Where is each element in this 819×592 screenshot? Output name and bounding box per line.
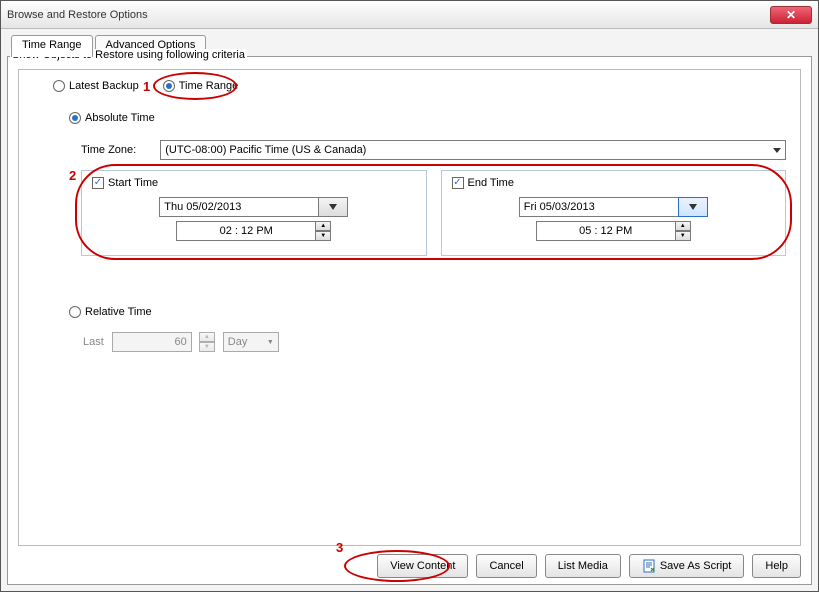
absolute-time-row: Absolute Time xyxy=(69,112,786,124)
timezone-label: Time Zone: xyxy=(81,144,136,156)
relative-time-block: Relative Time Last ▲ ▼ Day ▼ xyxy=(69,306,786,352)
relative-unit-value: Day xyxy=(228,336,248,348)
save-as-script-label: Save As Script xyxy=(660,560,732,572)
relative-value-input xyxy=(112,332,192,352)
start-time-spinner[interactable]: ▲ ▼ xyxy=(315,221,331,241)
button-row: 3 View Content Cancel List Media Save As… xyxy=(18,554,801,578)
start-time-input[interactable] xyxy=(176,221,316,241)
annotation-3: 3 xyxy=(336,540,343,555)
end-date-picker-button[interactable] xyxy=(678,197,708,217)
end-time-spinner[interactable]: ▲ ▼ xyxy=(675,221,691,241)
close-icon: ✕ xyxy=(786,8,796,22)
checkbox-end-time[interactable] xyxy=(452,177,464,189)
spinner-down-icon: ▼ xyxy=(199,342,215,352)
chevron-down-icon xyxy=(773,148,781,153)
script-icon xyxy=(642,559,656,573)
spinner-down-icon[interactable]: ▼ xyxy=(675,231,691,241)
start-date-picker-button[interactable] xyxy=(318,197,348,217)
timezone-row: Time Zone: (UTC-08:00) Pacific Time (US … xyxy=(81,140,786,160)
annotation-1: 1 xyxy=(143,79,150,94)
close-button[interactable]: ✕ xyxy=(770,6,812,24)
titlebar: Browse and Restore Options ✕ xyxy=(1,1,818,29)
radio-latest-backup[interactable] xyxy=(53,80,65,92)
spinner-up-icon[interactable]: ▲ xyxy=(675,221,691,231)
save-as-script-button[interactable]: Save As Script xyxy=(629,554,745,578)
latest-backup-label: Latest Backup xyxy=(69,80,139,92)
spinner-up-icon[interactable]: ▲ xyxy=(315,221,331,231)
end-date-input[interactable] xyxy=(519,197,679,217)
end-time-group: End Time ▲ ▼ xyxy=(441,170,787,256)
end-time-input[interactable] xyxy=(536,221,676,241)
spinner-down-icon[interactable]: ▼ xyxy=(315,231,331,241)
checkbox-start-time[interactable] xyxy=(92,177,104,189)
dialog-window: Browse and Restore Options ✕ Time Range … xyxy=(0,0,819,592)
last-label: Last xyxy=(83,336,104,348)
timezone-value: (UTC-08:00) Pacific Time (US & Canada) xyxy=(165,144,366,156)
backup-mode-row: Latest Backup 1 Time Range xyxy=(53,80,786,92)
radio-absolute-time[interactable] xyxy=(69,112,81,124)
view-content-button[interactable]: View Content xyxy=(377,554,468,578)
list-media-button[interactable]: List Media xyxy=(545,554,621,578)
chevron-down-icon: ▼ xyxy=(267,339,274,346)
tab-time-range[interactable]: Time Range xyxy=(11,35,93,57)
radio-relative-time[interactable] xyxy=(69,306,81,318)
start-date-input[interactable] xyxy=(159,197,319,217)
timezone-select[interactable]: (UTC-08:00) Pacific Time (US & Canada) xyxy=(160,140,786,160)
criteria-fieldset: Latest Backup 1 Time Range Absolute Time… xyxy=(18,69,801,546)
absolute-time-label: Absolute Time xyxy=(85,112,155,124)
relative-value-spinner: ▲ ▼ xyxy=(199,332,215,352)
spinner-up-icon: ▲ xyxy=(199,332,215,342)
cancel-button[interactable]: Cancel xyxy=(476,554,536,578)
relative-unit-select: Day ▼ xyxy=(223,332,279,352)
radio-time-range[interactable] xyxy=(163,80,175,92)
time-boxes: Start Time ▲ ▼ xyxy=(81,170,786,256)
time-range-label: Time Range xyxy=(179,80,239,92)
chevron-down-icon xyxy=(689,204,697,210)
end-time-label: End Time xyxy=(468,177,514,189)
tab-page-time-range: Show Objects to Restore using following … xyxy=(7,56,812,585)
window-title: Browse and Restore Options xyxy=(7,9,770,21)
help-button[interactable]: Help xyxy=(752,554,801,578)
start-time-group: Start Time ▲ ▼ xyxy=(81,170,427,256)
annotation-2: 2 xyxy=(69,168,76,183)
client-area: Time Range Advanced Options Show Objects… xyxy=(1,29,818,591)
relative-time-label: Relative Time xyxy=(85,306,152,318)
chevron-down-icon xyxy=(329,204,337,210)
start-time-label: Start Time xyxy=(108,177,158,189)
